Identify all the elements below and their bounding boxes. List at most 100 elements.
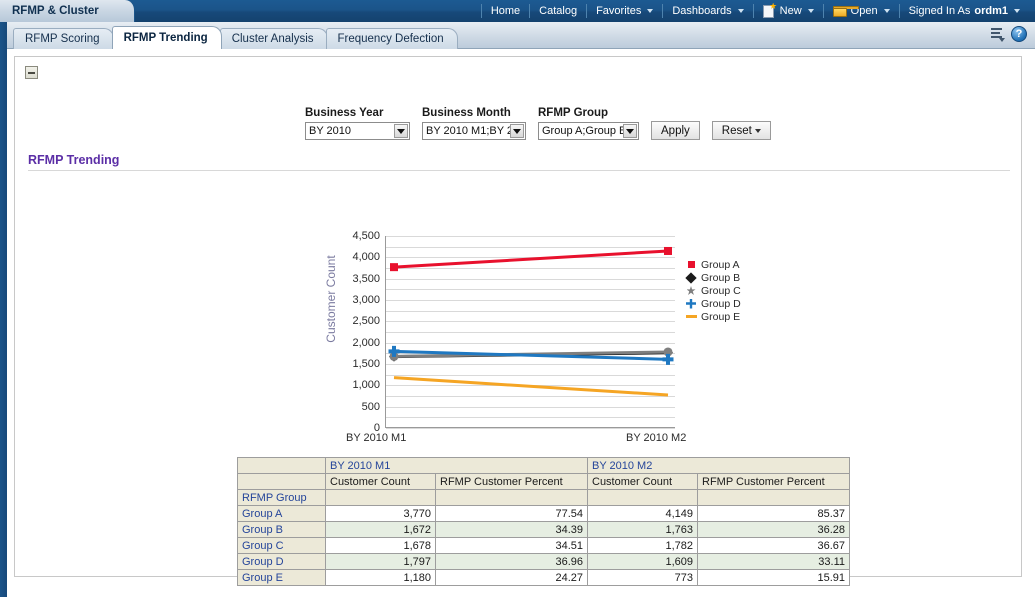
- chart-y-tick-label: 4,500: [352, 230, 380, 242]
- prompt-label: RFMP Group: [538, 107, 639, 119]
- legend-label: Group B: [701, 272, 740, 284]
- left-rail: [0, 22, 7, 597]
- pivot-measure-m2-count: Customer Count: [588, 474, 698, 490]
- tab-rfmp-scoring[interactable]: RFMP Scoring: [13, 28, 114, 49]
- table-row: Group A3,77077.544,14985.37: [238, 506, 850, 522]
- legend-label: Group D: [701, 298, 741, 310]
- pivot-cell: 1,609: [588, 554, 698, 570]
- tab-cluster-analysis[interactable]: Cluster Analysis: [220, 28, 328, 49]
- legend-item[interactable]: Group C: [685, 284, 741, 297]
- legend-item[interactable]: Group B: [685, 271, 741, 284]
- legend-item[interactable]: Group A: [685, 258, 741, 271]
- nav-catalog[interactable]: Catalog: [530, 0, 586, 22]
- business-year-select[interactable]: BY 2010: [305, 122, 410, 140]
- chevron-down-icon: [808, 9, 814, 13]
- chart-y-ticks: 05001,0001,5002,0002,5003,0003,5004,0004…: [332, 236, 380, 428]
- new-page-icon: [763, 5, 776, 18]
- legend-label: Group A: [701, 259, 740, 271]
- chart-y-tick-label: 2,000: [352, 337, 380, 349]
- dashboard-tabs: RFMP Scoring RFMP Trending Cluster Analy…: [13, 26, 456, 49]
- legend-item[interactable]: Group D: [685, 297, 741, 310]
- legend-marker-icon: [685, 272, 697, 283]
- pivot-row-label[interactable]: Group C: [238, 538, 326, 554]
- chart-x-tick-right: BY 2010 M2: [626, 432, 686, 444]
- dropdown-arrow-icon[interactable]: [394, 124, 408, 138]
- chart-gridline: [386, 428, 675, 429]
- help-glyph: ?: [1016, 28, 1023, 40]
- nav-new[interactable]: New: [754, 0, 823, 22]
- business-month-select[interactable]: BY 2010 M1;BY 2: [422, 122, 526, 140]
- legend-label: Group C: [701, 285, 741, 297]
- rfmp-group-value: Group A;Group B: [542, 125, 626, 137]
- pivot-row-header-label: RFMP Group: [238, 490, 326, 506]
- dropdown-arrow-icon[interactable]: [623, 124, 637, 138]
- reset-label: Reset: [722, 125, 752, 137]
- pivot-cell: 1,180: [326, 570, 436, 586]
- pivot-header-row-groups: BY 2010 M1 BY 2010 M2: [238, 458, 850, 474]
- pivot-row-label[interactable]: Group D: [238, 554, 326, 570]
- nav-home-label: Home: [491, 5, 520, 17]
- business-year-value: BY 2010: [309, 125, 351, 137]
- pivot-blank-cell: [588, 490, 698, 506]
- chevron-down-icon: [755, 129, 761, 133]
- pivot-cell: 1,797: [326, 554, 436, 570]
- help-icon[interactable]: ?: [1011, 26, 1027, 42]
- nav-new-label: New: [780, 5, 802, 17]
- nav-favorites[interactable]: Favorites: [587, 0, 662, 22]
- tab-tools: ?: [989, 26, 1027, 42]
- business-month-value: BY 2010 M1;BY 2: [426, 125, 513, 137]
- nav-open[interactable]: Open: [824, 0, 899, 22]
- pivot-colgroup-m2: BY 2010 M2: [588, 458, 850, 474]
- pivot-row-label[interactable]: Group E: [238, 570, 326, 586]
- chevron-down-icon: [647, 9, 653, 13]
- report-panel: Business Year BY 2010 Business Month BY …: [14, 56, 1022, 577]
- pivot-table: BY 2010 M1 BY 2010 M2 Customer Count RFM…: [237, 457, 850, 586]
- pivot-corner-blank-2: [238, 474, 326, 490]
- pivot-cell: 15.91: [698, 570, 850, 586]
- pivot-row-label[interactable]: Group A: [238, 506, 326, 522]
- pivot-blank-cell: [436, 490, 588, 506]
- tab-label: Frequency Defection: [338, 33, 444, 45]
- pivot-cell: 3,770: [326, 506, 436, 522]
- pivot-cell: 36.96: [436, 554, 588, 570]
- tab-rfmp-trending[interactable]: RFMP Trending: [112, 26, 222, 49]
- legend-marker-icon: [685, 259, 697, 270]
- prompt-label: Business Year: [305, 107, 410, 119]
- legend-marker-icon: [685, 298, 697, 309]
- global-header: Home Catalog Favorites Dashboards New Op…: [0, 0, 1035, 22]
- reset-button[interactable]: Reset: [712, 121, 771, 140]
- apply-button[interactable]: Apply: [651, 121, 700, 140]
- legend-item[interactable]: Group E: [685, 310, 741, 323]
- nav-favorites-label: Favorites: [596, 5, 641, 17]
- page-options-icon[interactable]: [989, 27, 1005, 42]
- chart-y-tick-label: 500: [362, 401, 380, 413]
- pivot-measure-m1-count: Customer Count: [326, 474, 436, 490]
- pivot-cell: 24.27: [436, 570, 588, 586]
- chart-x-tick-left: BY 2010 M1: [346, 432, 406, 444]
- collapse-toggle[interactable]: [25, 66, 38, 79]
- nav-home[interactable]: Home: [482, 0, 529, 22]
- dashboard-title-text: RFMP & Cluster: [12, 5, 99, 17]
- chart-y-tick-label: 2,500: [352, 315, 380, 327]
- pivot-row-label[interactable]: Group B: [238, 522, 326, 538]
- pivot-corner-blank: [238, 458, 326, 474]
- tab-frequency-defection[interactable]: Frequency Defection: [326, 28, 458, 49]
- rfmp-group-select[interactable]: Group A;Group B: [538, 122, 639, 140]
- chart-y-tick-label: 1,000: [352, 379, 380, 391]
- dropdown-arrow-icon[interactable]: [510, 124, 524, 138]
- nav-dashboards[interactable]: Dashboards: [663, 0, 752, 22]
- pivot-cell: 77.54: [436, 506, 588, 522]
- table-row: Group D1,79736.961,60933.11: [238, 554, 850, 570]
- signed-in-user: ordm1: [974, 5, 1008, 17]
- pivot-header-row-measures: Customer Count RFMP Customer Percent Cus…: [238, 474, 850, 490]
- dashboard-canvas: Business Year BY 2010 Business Month BY …: [7, 49, 1029, 585]
- open-folder-icon: [833, 6, 847, 17]
- legend-marker-icon: [685, 311, 697, 322]
- chart-series-group-a: [390, 247, 672, 271]
- report-title: RFMP Trending: [28, 153, 1010, 171]
- nav-catalog-label: Catalog: [539, 5, 577, 17]
- table-row: Group C1,67834.511,78236.67: [238, 538, 850, 554]
- pivot-cell: 4,149: [588, 506, 698, 522]
- nav-signed-in-as[interactable]: Signed In As ordm1: [900, 0, 1029, 22]
- apply-label: Apply: [661, 125, 690, 137]
